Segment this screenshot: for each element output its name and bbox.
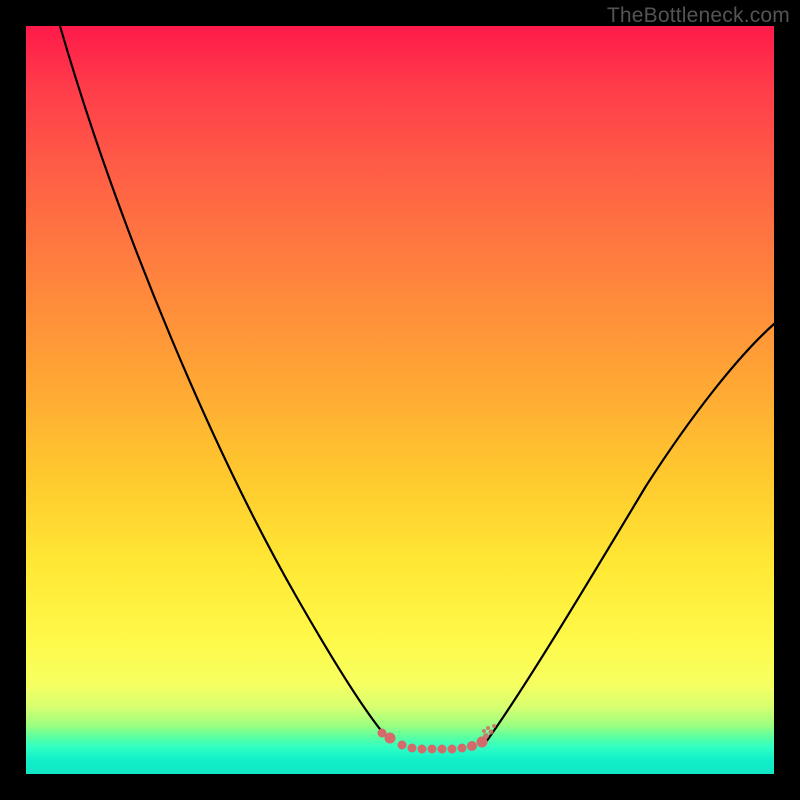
curve-left-arm <box>60 26 391 742</box>
watermark-text: TheBottleneck.com <box>607 4 790 28</box>
curve-right-arm <box>486 324 774 742</box>
trough-left-dot <box>378 729 387 738</box>
bottleneck-curve-svg <box>26 26 774 774</box>
chart-plot-area <box>26 26 774 774</box>
trough-beads <box>385 733 488 754</box>
